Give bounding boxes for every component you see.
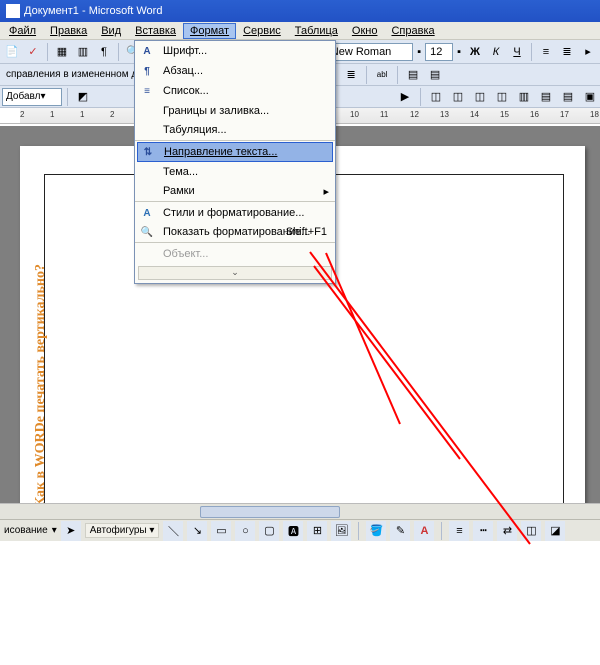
oval-tool-icon[interactable]: ○ xyxy=(235,521,255,541)
table-icon[interactable]: ▦ xyxy=(52,42,72,62)
outdent-icon[interactable]: ▤ xyxy=(425,65,445,85)
textbox-tool-icon[interactable]: ▢ xyxy=(259,521,279,541)
menu-table[interactable]: Таблица xyxy=(288,23,345,39)
ruler-tick: 18 xyxy=(590,110,599,119)
ruler-tick: 13 xyxy=(440,110,449,119)
dash-style-icon[interactable]: ┅ xyxy=(473,521,493,541)
menu-window[interactable]: Окно xyxy=(345,23,385,39)
drawing-label: исование xyxy=(4,525,48,536)
arrow-tool-icon[interactable]: ↘ xyxy=(187,521,207,541)
menu-file[interactable]: Файл xyxy=(2,23,43,39)
sq1-icon[interactable]: ◫ xyxy=(426,87,446,107)
menu-expander[interactable]: ⌄ xyxy=(138,266,332,280)
menu-item-reveal-formatting[interactable]: 🔍Показать форматирование...Shift+F1 xyxy=(135,223,335,243)
sq7-icon[interactable]: ▤ xyxy=(558,87,578,107)
shadow-icon[interactable]: ◫ xyxy=(521,521,541,541)
bold-button[interactable]: Ж xyxy=(465,42,485,62)
ruler-tick: 17 xyxy=(560,110,569,119)
arrow-style-icon[interactable]: ⇄ xyxy=(497,521,517,541)
spellcheck-icon[interactable]: ✓ xyxy=(23,42,43,62)
select-arrow-icon[interactable]: ➤ xyxy=(61,521,81,541)
word-icon xyxy=(6,4,20,18)
line-color-icon[interactable]: ✎ xyxy=(390,521,410,541)
ruler-tick: 2 xyxy=(110,110,114,119)
sq5-icon[interactable]: ▥ xyxy=(514,87,534,107)
clipart-icon[interactable]: 🖼 xyxy=(331,521,351,541)
menu-item-object: Объект... xyxy=(135,244,335,264)
menu-item-theme[interactable]: Тема... xyxy=(135,162,335,182)
menu-view[interactable]: Вид xyxy=(94,23,128,39)
more-icon[interactable]: ▸ xyxy=(578,42,598,62)
rect-tool-icon[interactable]: ▭ xyxy=(211,521,231,541)
ruler-tick: 1 xyxy=(50,110,54,119)
menu-edit[interactable]: Правка xyxy=(43,23,94,39)
menubar: Файл Правка Вид Вставка Формат Сервис Та… xyxy=(0,22,600,40)
menu-help[interactable]: Справка xyxy=(384,23,441,39)
drawing-toolbar: исование ▾ ➤ Автофигуры ▾ ＼ ↘ ▭ ○ ▢ 🅰 ⊞ … xyxy=(0,519,600,541)
format-menu-dropdown: AШрифт... ¶Абзац... ≡Список... Границы и… xyxy=(134,40,336,284)
abi-icon[interactable]: abl xyxy=(372,65,392,85)
font-icon: A xyxy=(139,43,155,59)
play-icon[interactable]: ▶ xyxy=(395,87,415,107)
paragraph-icon: ¶ xyxy=(139,63,155,79)
list-icon: ≡ xyxy=(139,83,155,99)
ruler-tick: 16 xyxy=(530,110,539,119)
3d-icon[interactable]: ◪ xyxy=(545,521,565,541)
menu-tools[interactable]: Сервис xyxy=(236,23,288,39)
add-dropdown[interactable]: Добавл ▾ xyxy=(2,88,62,106)
paragraph-marks-icon[interactable]: ¶ xyxy=(94,42,114,62)
ruler-tick: 14 xyxy=(470,110,479,119)
menu-item-text-direction[interactable]: ⇅Направление текста... xyxy=(137,142,333,162)
menu-item-styles[interactable]: AСтили и форматирование... xyxy=(135,203,335,223)
font-size-select[interactable]: 12 xyxy=(425,43,453,61)
window-title: Документ1 - Microsoft Word xyxy=(24,5,162,17)
sq6-icon[interactable]: ▤ xyxy=(536,87,556,107)
horizontal-scrollbar[interactable] xyxy=(0,503,600,519)
ruler-tick: 1 xyxy=(80,110,84,119)
titlebar: Документ1 - Microsoft Word xyxy=(0,0,600,22)
ruler-tick: 10 xyxy=(350,110,359,119)
line-tool-icon[interactable]: ＼ xyxy=(163,521,183,541)
sq3-icon[interactable]: ◫ xyxy=(470,87,490,107)
ruler-tick: 11 xyxy=(380,110,388,119)
sq8-icon[interactable]: ▣ xyxy=(580,87,600,107)
underline-button[interactable]: Ч xyxy=(507,42,527,62)
line-spacing-icon[interactable]: ≡ xyxy=(536,42,556,62)
autoshapes-dropdown[interactable]: Автофигуры ▾ xyxy=(85,523,160,538)
ruler-tick: 15 xyxy=(500,110,509,119)
sq4-icon[interactable]: ◫ xyxy=(492,87,512,107)
align-icon[interactable]: ≣ xyxy=(557,42,577,62)
scroll-thumb[interactable] xyxy=(200,506,340,518)
diagram-icon[interactable]: ⊞ xyxy=(307,521,327,541)
italic-button[interactable]: К xyxy=(486,42,506,62)
fill-color-icon[interactable]: 🪣 xyxy=(366,521,386,541)
reveal-icon: 🔍 xyxy=(139,224,155,240)
menu-item-tabs[interactable]: Табуляция... xyxy=(135,121,335,141)
menu-item-borders[interactable]: Границы и заливка... xyxy=(135,101,335,121)
ruler-tick: 12 xyxy=(410,110,419,119)
justify-icon[interactable]: ≣ xyxy=(341,65,361,85)
menu-item-font[interactable]: AШрифт... xyxy=(135,41,335,61)
menu-item-list[interactable]: ≡Список... xyxy=(135,81,335,101)
menu-item-paragraph[interactable]: ¶Абзац... xyxy=(135,61,335,81)
x1-icon[interactable]: ◩ xyxy=(73,87,93,107)
line-style-icon[interactable]: ≡ xyxy=(449,521,469,541)
menu-insert[interactable]: Вставка xyxy=(128,23,183,39)
columns-icon[interactable]: ▥ xyxy=(73,42,93,62)
new-doc-icon[interactable]: 📄 xyxy=(2,42,22,62)
styles-icon: A xyxy=(139,205,155,221)
sq2-icon[interactable]: ◫ xyxy=(448,87,468,107)
font-color-icon[interactable]: A xyxy=(414,521,434,541)
vertical-text: Как в WORDе печатать вертикально? xyxy=(33,264,49,507)
indent-icon[interactable]: ▤ xyxy=(403,65,423,85)
menu-item-frames[interactable]: Рамки▸ xyxy=(135,182,335,202)
menu-format[interactable]: Формат xyxy=(183,23,236,39)
direction-icon: ⇅ xyxy=(140,144,156,160)
ruler-tick: 2 xyxy=(20,110,24,119)
wordart-icon[interactable]: 🅰 xyxy=(283,521,303,541)
